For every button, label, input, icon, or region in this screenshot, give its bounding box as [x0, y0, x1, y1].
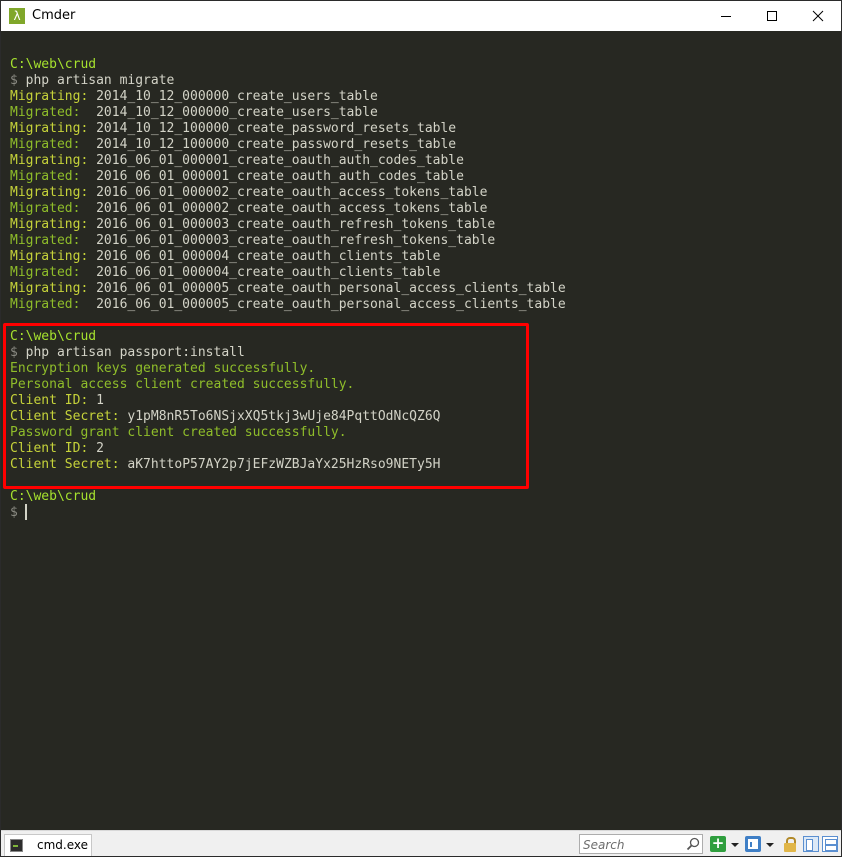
- terminal-text: Migrating:: [10, 281, 97, 296]
- highlight-box: [3, 323, 529, 489]
- split-bottom-icon[interactable]: [822, 836, 838, 852]
- minimize-icon: [721, 16, 731, 17]
- close-icon: [812, 10, 824, 22]
- split-left-icon[interactable]: [803, 836, 819, 852]
- terminal-text: Migrated:: [10, 265, 97, 280]
- search-icon[interactable]: [686, 837, 700, 851]
- terminal-text: 2016_06_01_000002_create_oauth_access_to…: [96, 201, 488, 216]
- terminal-output[interactable]: C:\web\crud $ php artisan migrate Migratin…: [1, 31, 841, 830]
- console-dropdown-icon[interactable]: [766, 843, 774, 847]
- lock-icon[interactable]: [782, 836, 798, 852]
- terminal-line: $: [10, 505, 26, 521]
- terminal-line: Migrating: 2016_06_01_000003_create_oaut…: [10, 217, 495, 233]
- tab-cmd-exe[interactable]: cmd.exe: [4, 834, 92, 856]
- cmder-window: λ Cmder C:\web\crud $ php artisan migrate…: [0, 0, 842, 857]
- terminal-text: Migrating:: [10, 249, 97, 264]
- terminal-line: Migrating: 2016_06_01_000004_create_oaut…: [10, 249, 440, 265]
- terminal-text: $: [10, 505, 26, 520]
- close-button[interactable]: [795, 1, 841, 31]
- terminal-text: 2016_06_01_000003_create_oauth_refresh_t…: [96, 233, 496, 248]
- terminal-text: Migrated:: [10, 105, 97, 120]
- terminal-line: Migrating: 2016_06_01_000005_create_oaut…: [10, 281, 566, 297]
- terminal-text: 2016_06_01_000003_create_oauth_refresh_t…: [96, 217, 496, 232]
- terminal-text: php artisan migrate: [25, 73, 175, 88]
- terminal-text: 2014_10_12_000000_create_users_table: [96, 89, 378, 104]
- add-console-dropdown-icon[interactable]: [731, 843, 739, 847]
- terminal-text: 2014_10_12_100000_create_password_resets…: [96, 137, 457, 152]
- terminal-line: C:\web\crud: [10, 57, 96, 73]
- title-bar[interactable]: λ Cmder: [1, 1, 841, 31]
- terminal-text: 2016_06_01_000005_create_oauth_personal_…: [96, 297, 566, 312]
- terminal-text: Migrated:: [10, 137, 97, 152]
- add-console-icon[interactable]: [710, 834, 726, 852]
- text-cursor: [25, 504, 27, 520]
- terminal-line: C:\web\crud: [10, 489, 96, 505]
- terminal-text: Migrated:: [10, 169, 97, 184]
- terminal-line: Migrating: 2014_10_12_100000_create_pass…: [10, 121, 456, 137]
- terminal-line: Migrating: 2016_06_01_000001_create_oaut…: [10, 153, 464, 169]
- terminal-line: $ php artisan migrate: [10, 73, 174, 89]
- terminal-text: Migrating:: [10, 89, 97, 104]
- terminal-text: 2016_06_01_000004_create_oauth_clients_t…: [96, 265, 441, 280]
- search-input[interactable]: [583, 837, 683, 852]
- terminal-text: 2016_06_01_000001_create_oauth_auth_code…: [96, 153, 464, 168]
- window-title: Cmder: [32, 8, 76, 23]
- lambda-app-icon: λ: [9, 8, 25, 24]
- minimize-button[interactable]: [703, 1, 749, 31]
- terminal-text: 2016_06_01_000004_create_oauth_clients_t…: [96, 249, 441, 264]
- terminal-line: Migrated: 2014_10_12_000000_create_users…: [10, 105, 378, 121]
- terminal-text: 2016_06_01_000005_create_oauth_personal_…: [96, 281, 566, 296]
- terminal-text: Migrating:: [10, 217, 97, 232]
- terminal-text: Migrated:: [10, 233, 97, 248]
- status-bar: cmd.exe: [1, 830, 841, 856]
- terminal-text: $: [10, 73, 26, 88]
- terminal-text: Migrating:: [10, 185, 97, 200]
- terminal-text: Migrating:: [10, 153, 97, 168]
- terminal-text: Migrating:: [10, 121, 97, 136]
- terminal-text: 2014_10_12_100000_create_password_resets…: [96, 121, 457, 136]
- terminal-line: Migrated: 2016_06_01_000002_create_oauth…: [10, 201, 487, 217]
- search-box[interactable]: [579, 834, 703, 854]
- cmd-tab-icon: [10, 839, 23, 852]
- terminal-text: Migrated:: [10, 297, 97, 312]
- maximize-icon: [767, 11, 777, 21]
- terminal-text: 2016_06_01_000001_create_oauth_auth_code…: [96, 169, 464, 184]
- terminal-line: Migrated: 2014_10_12_100000_create_passw…: [10, 137, 456, 153]
- terminal-text: C:\web\crud: [10, 489, 97, 504]
- terminal-text: 2014_10_12_000000_create_users_table: [96, 105, 378, 120]
- terminal-line: Migrated: 2016_06_01_000005_create_oauth…: [10, 297, 566, 313]
- terminal-line: Migrated: 2016_06_01_000003_create_oauth…: [10, 233, 495, 249]
- terminal-text: 2016_06_01_000002_create_oauth_access_to…: [96, 185, 488, 200]
- tab-label: cmd.exe: [37, 838, 89, 852]
- terminal-line: Migrated: 2016_06_01_000004_create_oauth…: [10, 265, 440, 281]
- maximize-button[interactable]: [749, 1, 795, 31]
- terminal-line: Migrating: 2016_06_01_000002_create_oaut…: [10, 185, 487, 201]
- terminal-text: Migrated:: [10, 201, 97, 216]
- terminal-text: C:\web\crud: [10, 57, 97, 72]
- console-icon[interactable]: [745, 836, 761, 852]
- terminal-line: Migrated: 2016_06_01_000001_create_oauth…: [10, 169, 464, 185]
- terminal-line: Migrating: 2014_10_12_000000_create_user…: [10, 89, 378, 105]
